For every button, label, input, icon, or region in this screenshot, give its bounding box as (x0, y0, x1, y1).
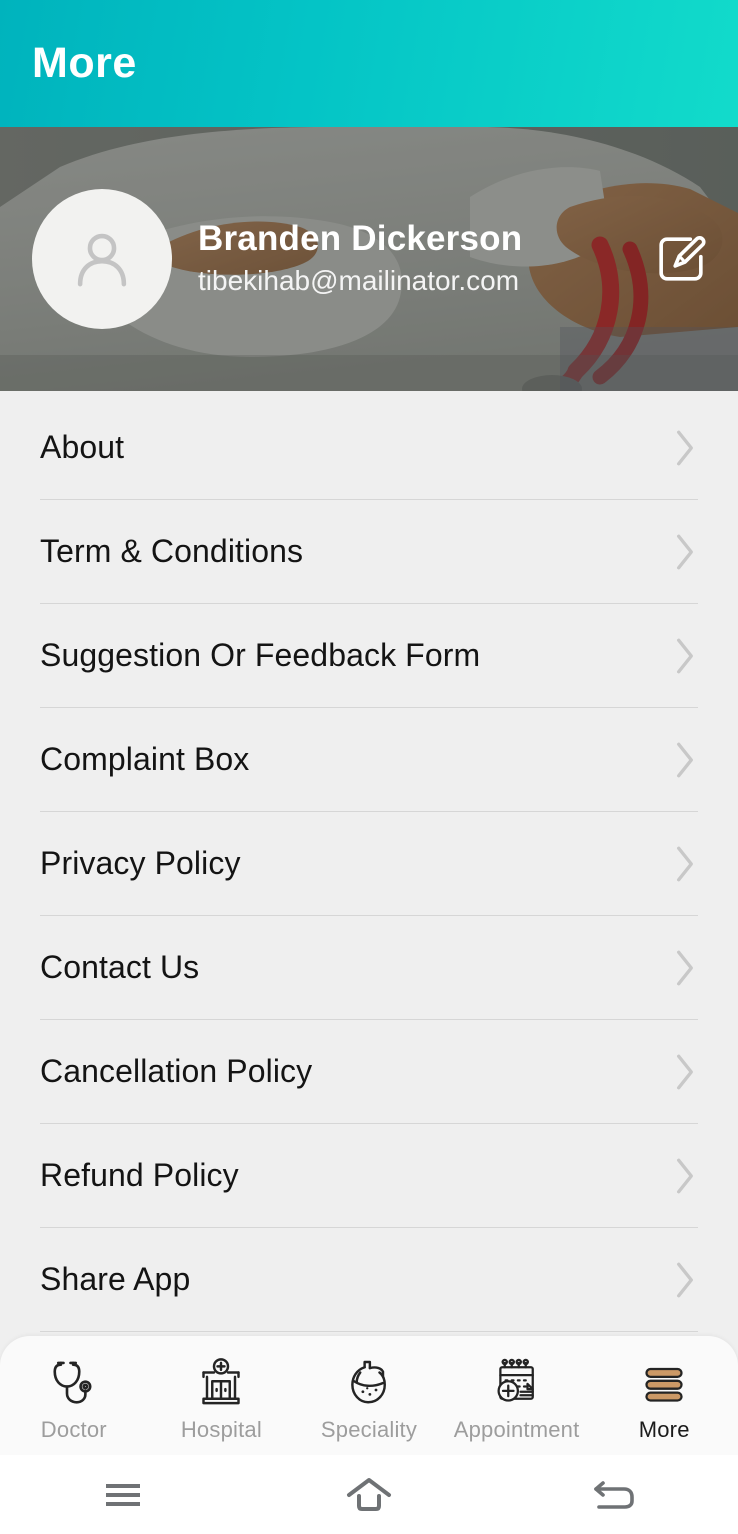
tab-label: More (638, 1416, 690, 1442)
tab-hospital[interactable]: Hospital (148, 1336, 296, 1455)
hamburger-menu-icon (636, 1355, 692, 1411)
tab-appointment[interactable]: Appointment (443, 1336, 591, 1455)
menu-item-privacy-policy[interactable]: Privacy Policy (0, 812, 738, 915)
bottom-navigation-bar: Doctor Hospital Speciality Appointment M… (0, 1336, 738, 1455)
menu-item-term-conditions[interactable]: Term & Conditions (0, 500, 738, 603)
menu-item-label: Contact Us (40, 949, 200, 986)
profile-banner: Branden Dickerson tibekihab@mailinator.c… (0, 127, 738, 391)
chevron-right-icon (672, 1155, 698, 1197)
profile-email: tibekihab@mailinator.com (198, 264, 520, 296)
profile-summary: Branden Dickerson tibekihab@mailinator.c… (0, 127, 738, 391)
menu-item-about[interactable]: About (0, 396, 738, 499)
chevron-right-icon (672, 843, 698, 885)
menu-item-label: Privacy Policy (40, 845, 241, 882)
person-placeholder-icon (77, 233, 127, 287)
tab-label: Speciality (320, 1416, 418, 1442)
calendar-medical-icon (489, 1355, 545, 1411)
tab-label: Hospital (180, 1416, 262, 1442)
avatar[interactable] (32, 189, 172, 329)
home-button[interactable] (309, 1455, 429, 1534)
menu-item-complaint-box[interactable]: Complaint Box (0, 708, 738, 811)
menu-item-label: Term & Conditions (40, 533, 304, 570)
tab-more[interactable]: More (590, 1336, 738, 1455)
menu-item-suggestion-feedback[interactable]: Suggestion Or Feedback Form (0, 604, 738, 707)
menu-item-cancellation-policy[interactable]: Cancellation Policy (0, 1020, 738, 1123)
chevron-right-icon (672, 1259, 698, 1301)
settings-menu-list: About Term & Conditions Suggestion Or Fe… (0, 391, 738, 1336)
list-divider (40, 1331, 698, 1332)
back-arrow-icon (594, 1480, 634, 1509)
chevron-right-icon (672, 947, 698, 989)
menu-item-label: About (40, 429, 125, 466)
anatomical-heart-icon (341, 1355, 397, 1411)
android-system-navigation (0, 1455, 738, 1534)
tab-label: Appointment (453, 1416, 580, 1442)
home-outline-icon (347, 1477, 391, 1511)
edit-pencil-square-icon (659, 235, 706, 281)
tab-label: Doctor (40, 1416, 107, 1442)
back-button[interactable] (555, 1455, 675, 1534)
menu-item-contact-us[interactable]: Contact Us (0, 916, 738, 1019)
tab-doctor[interactable]: Doctor (0, 1336, 148, 1455)
menu-item-refund-policy[interactable]: Refund Policy (0, 1124, 738, 1227)
stethoscope-icon (46, 1355, 102, 1411)
menu-item-label: Cancellation Policy (40, 1053, 313, 1090)
menu-item-share-app[interactable]: Share App (0, 1228, 738, 1331)
chevron-right-icon (672, 1051, 698, 1093)
menu-item-label: Suggestion Or Feedback Form (40, 637, 481, 674)
phone-screen: More Branden Dickerson tibekihab@mailina… (0, 0, 738, 1534)
chevron-right-icon (672, 739, 698, 781)
recents-button[interactable] (63, 1455, 183, 1534)
recents-lines-icon (106, 1483, 140, 1506)
profile-name: Branden Dickerson (198, 218, 523, 258)
page-title: More (32, 39, 137, 87)
chevron-right-icon (672, 427, 698, 469)
menu-item-label: Share App (40, 1261, 191, 1298)
edit-profile-button[interactable] (638, 216, 724, 302)
app-bar: More (0, 0, 738, 127)
chevron-right-icon (672, 635, 698, 677)
hospital-building-icon (193, 1355, 249, 1411)
tab-speciality[interactable]: Speciality (295, 1336, 443, 1455)
menu-item-label: Complaint Box (40, 741, 250, 778)
chevron-right-icon (672, 531, 698, 573)
profile-text-block: Branden Dickerson tibekihab@mailinator.c… (198, 219, 638, 300)
menu-item-label: Refund Policy (40, 1157, 239, 1194)
